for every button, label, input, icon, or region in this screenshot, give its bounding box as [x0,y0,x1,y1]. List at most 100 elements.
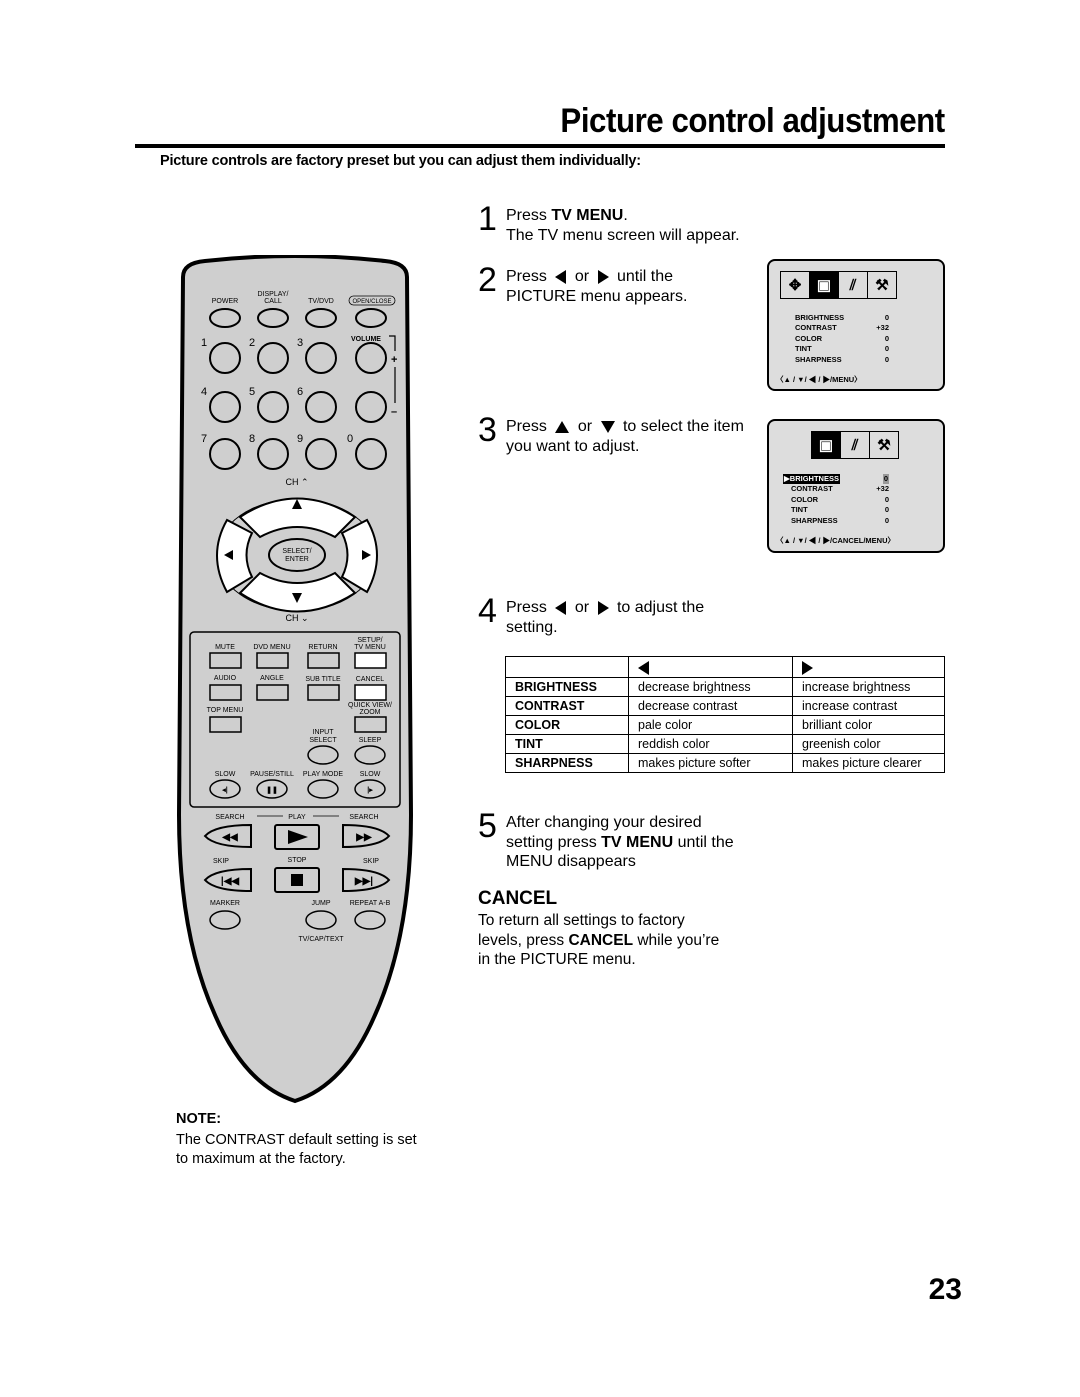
open-close-button[interactable] [355,308,387,328]
power-label: POWER [212,298,238,305]
svg-text:DVD MENU: DVD MENU [253,644,290,651]
step-number: 3 [478,411,497,449]
tv-dvd-button[interactable] [305,308,337,328]
volume-down-button[interactable] [355,391,387,423]
marker-button[interactable] [209,910,241,930]
svg-text:SETUP/: SETUP/ [357,637,382,644]
title-rule [135,144,945,148]
up-arrow-icon [555,420,570,433]
repeat-ab-button[interactable] [354,910,386,930]
power-button[interactable] [209,308,241,328]
right-arrow-icon [597,600,609,615]
left-arrow-icon [555,269,567,284]
subtitle-button[interactable] [307,684,340,701]
tv-menu-screen-picture: ▣ ⫽ ⚒ ▶BRIGHTNESS 0 CONTRAST +32 COLOR 0 TI… [767,419,945,553]
adjustment-table: BRIGHTNESS decrease brightness increase br… [505,656,945,773]
svg-text:STOP: STOP [288,857,307,864]
svg-text:SLOW: SLOW [215,771,236,778]
digit-0-button[interactable] [355,438,387,470]
table-header-left [628,656,793,678]
menu-nav-hint: 〈▲ / ▼/ ◀ / ▶/MENU〉 [776,375,862,384]
svg-text:SELECT/: SELECT/ [282,548,311,555]
audio-button[interactable] [209,684,242,701]
sleep-button[interactable] [354,745,386,765]
svg-text:9: 9 [297,433,303,445]
svg-text:8: 8 [249,433,255,445]
step-number: 1 [478,200,497,238]
cancel-text: To return all settings to factory levels… [478,912,720,968]
table-row: BRIGHTNESS decrease brightness increase br… [505,677,945,697]
jump-button[interactable] [305,910,337,930]
right-arrow-icon [597,269,609,284]
cancel-button[interactable] [354,684,387,701]
table-row: SHARPNESS makes picture softer makes pictu… [505,753,945,773]
menu-row: COLOR 0 [791,494,889,504]
menu-row: TINT 0 [791,505,889,515]
input-select-button[interactable] [307,745,339,765]
svg-text:PLAY: PLAY [288,814,306,821]
display-call-button[interactable] [257,308,289,328]
svg-text:REPEAT A-B: REPEAT A-B [350,900,391,907]
mute-button[interactable] [209,652,242,669]
svg-text:SEARCH: SEARCH [215,814,244,821]
play-mode-button[interactable] [307,779,339,799]
digit-9-button[interactable] [305,438,337,470]
svg-text:TV MENU: TV MENU [354,644,386,651]
step-number: 4 [478,592,497,630]
svg-text:SUB TITLE: SUB TITLE [305,676,341,683]
slow-reverse-icon: ◂| [221,787,228,794]
slow-forward-icon: |▸ [367,787,373,794]
digit-2-button[interactable] [257,342,289,374]
svg-text:0: 0 [347,433,353,445]
digit-8-button[interactable] [257,438,289,470]
table-header-right [792,656,945,678]
right-arrow-icon [802,660,813,675]
left-arrow-icon [638,660,649,675]
select-enter-button[interactable] [268,538,326,572]
svg-text:ENTER: ENTER [285,556,309,563]
setup-tv-menu-button[interactable] [354,652,387,669]
menu-row-selected: ▶BRIGHTNESS 0 [783,474,889,485]
menu-row: TINT 0 [795,344,889,354]
digit-4-button[interactable] [209,391,241,423]
table-row: TINT reddish color greenish color [505,734,945,754]
svg-text:CH ⌄: CH ⌄ [285,613,308,623]
pause-icon: ❚❚ [266,786,278,794]
tvdvd-label: TV/DVD [308,298,334,305]
svg-text:–: – [391,406,397,418]
svg-text:SEARCH: SEARCH [349,814,378,821]
step-number: 5 [478,807,497,845]
right-button[interactable] [340,518,378,594]
dvd-menu-button[interactable] [256,652,289,669]
svg-text:SELECT: SELECT [309,737,337,744]
svg-text:INPUT: INPUT [313,729,335,736]
digit-1-button[interactable] [209,342,241,374]
quick-view-zoom-button[interactable] [354,716,387,733]
top-menu-button[interactable] [209,716,242,733]
antenna-icon: ⫽ [839,272,868,298]
left-button[interactable] [216,518,254,594]
table-header-blank [505,656,629,678]
digit-5-button[interactable] [257,391,289,423]
svg-text:MARKER: MARKER [210,900,240,907]
cancel-key: CANCEL [568,931,634,949]
svg-text:TOP MENU: TOP MENU [207,707,244,714]
digit-3-button[interactable] [305,342,337,374]
digit-7-button[interactable] [209,438,241,470]
volume-up-button[interactable] [355,342,387,374]
digit-6-button[interactable] [305,391,337,423]
angle-button[interactable] [256,684,289,701]
svg-text:5: 5 [249,386,255,398]
svg-text:SKIP: SKIP [213,858,229,865]
tools-icon: ⚒ [875,277,889,294]
return-button[interactable] [307,652,340,669]
svg-text:2: 2 [249,337,255,349]
step-number: 2 [478,261,497,299]
skip-back-icon: |◀◀ [221,876,239,887]
antenna-icon: ⫽ [841,432,870,458]
menu-settings-list: ▶BRIGHTNESS 0 CONTRAST +32 COLOR 0 TINT 0 SH… [783,474,889,526]
svg-text:1: 1 [201,337,207,349]
call-label: CALL [264,298,282,305]
menu-nav-hint: 〈▲ / ▼/ ◀ / ▶/CANCEL/MENU〉 [776,536,896,545]
svg-text:3: 3 [297,337,303,349]
